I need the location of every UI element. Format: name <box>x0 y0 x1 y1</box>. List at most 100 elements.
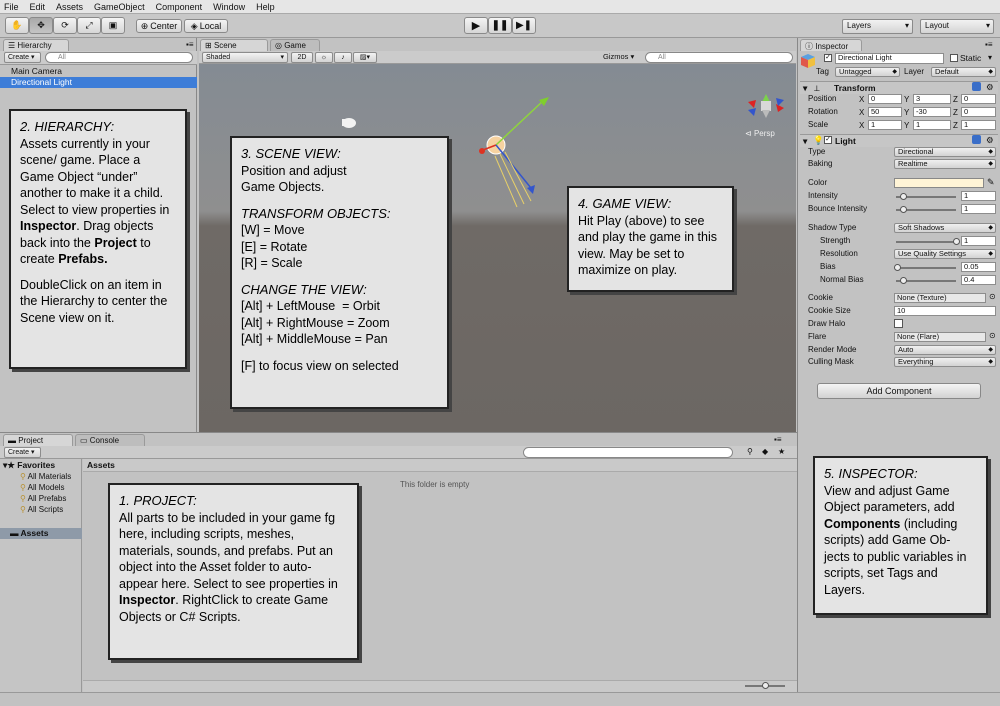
light-header[interactable]: ▾ 💡 ✓ Light ⚙ <box>800 134 998 147</box>
project-create-button[interactable]: Create ▾ <box>4 447 41 458</box>
favorite-all-models[interactable]: ⚲ All Models <box>20 483 65 492</box>
rotation-x-field[interactable]: 50 <box>868 107 902 117</box>
baking-dropdown[interactable]: Realtime <box>894 159 996 169</box>
cookie-size-field[interactable]: 10 <box>894 306 996 316</box>
strength-slider[interactable] <box>896 241 956 243</box>
filter-by-label-icon[interactable]: ◆ <box>762 447 768 456</box>
light-enabled-checkbox[interactable]: ✓ <box>824 136 832 144</box>
assets-folder[interactable]: ▬ Assets <box>0 528 82 539</box>
resolution-dropdown[interactable]: Use Quality Settings <box>894 249 996 259</box>
shaded-dropdown[interactable]: Shaded ▾ <box>202 52 288 63</box>
layers-dropdown[interactable]: Layers <box>842 19 913 34</box>
render-mode-dropdown[interactable]: Auto <box>894 345 996 355</box>
menu-component[interactable]: Component <box>156 2 203 12</box>
rotation-z-field[interactable]: 0 <box>961 107 996 117</box>
settings-gear-icon[interactable]: ⚙ <box>986 82 994 93</box>
assets-breadcrumb[interactable]: Assets <box>83 459 797 472</box>
menu-file[interactable]: File <box>4 2 19 12</box>
favorite-all-prefabs[interactable]: ⚲ All Prefabs <box>20 494 66 503</box>
position-z-field[interactable]: 0 <box>961 94 996 104</box>
menu-help[interactable]: Help <box>256 2 275 12</box>
move-tool-button[interactable]: ✥ <box>29 17 53 34</box>
bias-slider[interactable] <box>896 267 956 269</box>
type-dropdown[interactable]: Directional <box>894 147 996 157</box>
inspector-menu-icon[interactable]: ▪≡ <box>985 40 993 49</box>
lighting-toggle[interactable]: ☼ <box>315 52 333 63</box>
object-picker-icon[interactable]: ⊙ <box>989 292 996 301</box>
add-component-button[interactable]: Add Component <box>817 383 981 399</box>
effects-dropdown[interactable]: ▨▾ <box>353 52 377 63</box>
menu-assets[interactable]: Assets <box>56 2 83 12</box>
panel-menu-icon[interactable]: ▪≡ <box>186 40 194 49</box>
pivot-center-button[interactable]: ⊕ Center <box>136 19 182 33</box>
favorite-star-icon[interactable]: ★ <box>778 447 785 456</box>
shadow-type-dropdown[interactable]: Soft Shadows <box>894 223 996 233</box>
hierarchy-search-input[interactable]: All <box>45 52 193 63</box>
audio-toggle[interactable]: ♪ <box>334 52 352 63</box>
layout-dropdown[interactable]: Layout <box>920 19 994 34</box>
gizmos-dropdown[interactable]: Gizmos ▾ <box>603 52 634 61</box>
static-dropdown-arrow[interactable]: ▾ <box>988 53 992 62</box>
cookie-field[interactable]: None (Texture) <box>894 293 986 303</box>
scale-z-field[interactable]: 1 <box>961 120 996 130</box>
camera-gizmo-icon[interactable] <box>342 118 356 128</box>
tab-game[interactable]: ◎ Game <box>270 39 320 51</box>
directional-light-gizmo[interactable] <box>479 97 549 208</box>
scale-x-field[interactable]: 1 <box>868 120 902 130</box>
position-x-field[interactable]: 0 <box>868 94 902 104</box>
pause-button[interactable]: ❚❚ <box>488 17 512 34</box>
hierarchy-item-directional-light[interactable]: Directional Light <box>0 77 197 88</box>
rotate-tool-button[interactable]: ⟳ <box>53 17 77 34</box>
eyedropper-icon[interactable]: ✎ <box>987 177 995 188</box>
bounce-intensity-slider-knob[interactable] <box>900 206 907 213</box>
strength-slider-knob[interactable] <box>952 238 960 245</box>
hierarchy-item-main-camera[interactable]: Main Camera <box>0 66 197 77</box>
favorites-folder[interactable]: ▾★ Favorites <box>3 460 55 471</box>
tab-project[interactable]: ▬ Project <box>3 434 73 446</box>
project-search-input[interactable] <box>523 447 733 458</box>
hand-tool-button[interactable]: ✋ <box>5 17 29 34</box>
persp-label[interactable]: ⊲ Persp <box>745 129 775 138</box>
culling-mask-dropdown[interactable]: Everything <box>894 357 996 367</box>
favorite-all-materials[interactable]: ⚲ All Materials <box>20 472 71 481</box>
menu-edit[interactable]: Edit <box>30 2 46 12</box>
flare-field[interactable]: None (Flare) <box>894 332 986 342</box>
favorite-all-scripts[interactable]: ⚲ All Scripts <box>20 505 63 514</box>
color-swatch[interactable] <box>894 178 984 188</box>
object-name-field[interactable]: Directional Light <box>835 53 944 64</box>
menu-window[interactable]: Window <box>213 2 245 12</box>
active-checkbox[interactable]: ✓ <box>824 54 832 62</box>
strength-field[interactable]: 1 <box>961 236 996 246</box>
layer-dropdown[interactable]: Default <box>931 67 996 77</box>
icon-size-slider-knob[interactable] <box>762 682 769 689</box>
scale-tool-button[interactable]: ⤢ <box>77 17 101 34</box>
rotation-y-field[interactable]: -30 <box>913 107 951 117</box>
help-icon[interactable] <box>972 135 981 144</box>
orientation-gizmo[interactable] <box>748 94 784 118</box>
step-button[interactable]: ▶❚ <box>512 17 536 34</box>
tab-scene[interactable]: ⊞ Scene <box>200 39 268 51</box>
play-button[interactable]: ▶ <box>464 17 488 34</box>
rect-tool-button[interactable]: ▣ <box>101 17 125 34</box>
tab-hierarchy[interactable]: ☰ Hierarchy <box>3 39 69 51</box>
mode-2d-toggle[interactable]: 2D <box>291 52 313 63</box>
help-icon[interactable] <box>972 82 981 91</box>
static-checkbox[interactable] <box>950 54 958 62</box>
settings-gear-icon[interactable]: ⚙ <box>986 135 994 146</box>
position-y-field[interactable]: 3 <box>913 94 951 104</box>
bounce-intensity-field[interactable]: 1 <box>961 204 996 214</box>
object-picker-icon[interactable]: ⊙ <box>989 331 996 340</box>
normal-bias-field[interactable]: 0.4 <box>961 275 996 285</box>
pivot-local-button[interactable]: ◈ Local <box>184 19 228 33</box>
tab-inspector[interactable]: ⓘ Inspector <box>800 39 862 51</box>
intensity-slider-knob[interactable] <box>900 193 907 200</box>
draw-halo-checkbox[interactable] <box>894 319 903 328</box>
hierarchy-create-button[interactable]: Create ▾ <box>4 52 41 63</box>
tab-console[interactable]: ▭ Console <box>75 434 145 446</box>
scene-search-input[interactable]: All <box>645 52 793 63</box>
filter-by-type-icon[interactable]: ⚲ <box>747 447 753 456</box>
bias-slider-knob[interactable] <box>894 264 901 271</box>
bias-field[interactable]: 0.05 <box>961 262 996 272</box>
menu-gameobject[interactable]: GameObject <box>94 2 145 12</box>
scale-y-field[interactable]: 1 <box>913 120 951 130</box>
